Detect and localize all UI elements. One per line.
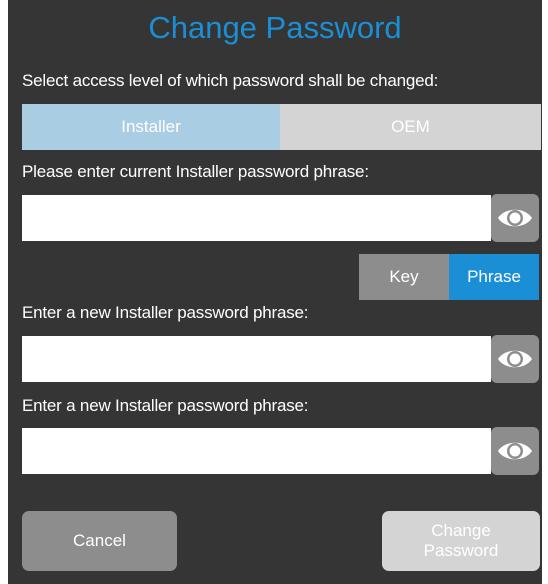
show-new-password-button[interactable] <box>491 335 539 383</box>
change-password-button-label: Change Password <box>423 521 499 560</box>
eye-icon <box>498 350 532 368</box>
new-password-input[interactable] <box>22 336 491 382</box>
current-password-label: Please enter current Installer password … <box>22 162 369 181</box>
new-password-label: Enter a new Installer password phrase: <box>22 303 309 322</box>
access-level-installer[interactable]: Installer <box>22 104 280 150</box>
confirm-password-label: Enter a new Installer password phrase: <box>22 396 309 415</box>
eye-icon <box>498 442 532 460</box>
input-mode-phrase[interactable]: Phrase <box>449 254 539 300</box>
change-password-dialog: Change Password Select access level of w… <box>8 0 542 584</box>
input-mode-toggle: Key Phrase <box>359 254 539 300</box>
confirm-password-input[interactable] <box>22 428 491 474</box>
access-level-oem[interactable]: OEM <box>280 104 541 150</box>
eye-icon <box>498 209 532 227</box>
show-current-password-button[interactable] <box>491 194 539 242</box>
access-level-prompt: Select access level of which password sh… <box>22 71 439 90</box>
input-mode-key[interactable]: Key <box>359 254 449 300</box>
dialog-title: Change Password <box>148 10 402 45</box>
access-level-toggle: Installer OEM <box>22 104 541 150</box>
change-password-button[interactable]: Change Password <box>382 511 540 571</box>
show-confirm-password-button[interactable] <box>491 427 539 475</box>
cancel-button[interactable]: Cancel <box>22 511 177 571</box>
current-password-input[interactable] <box>22 195 491 241</box>
